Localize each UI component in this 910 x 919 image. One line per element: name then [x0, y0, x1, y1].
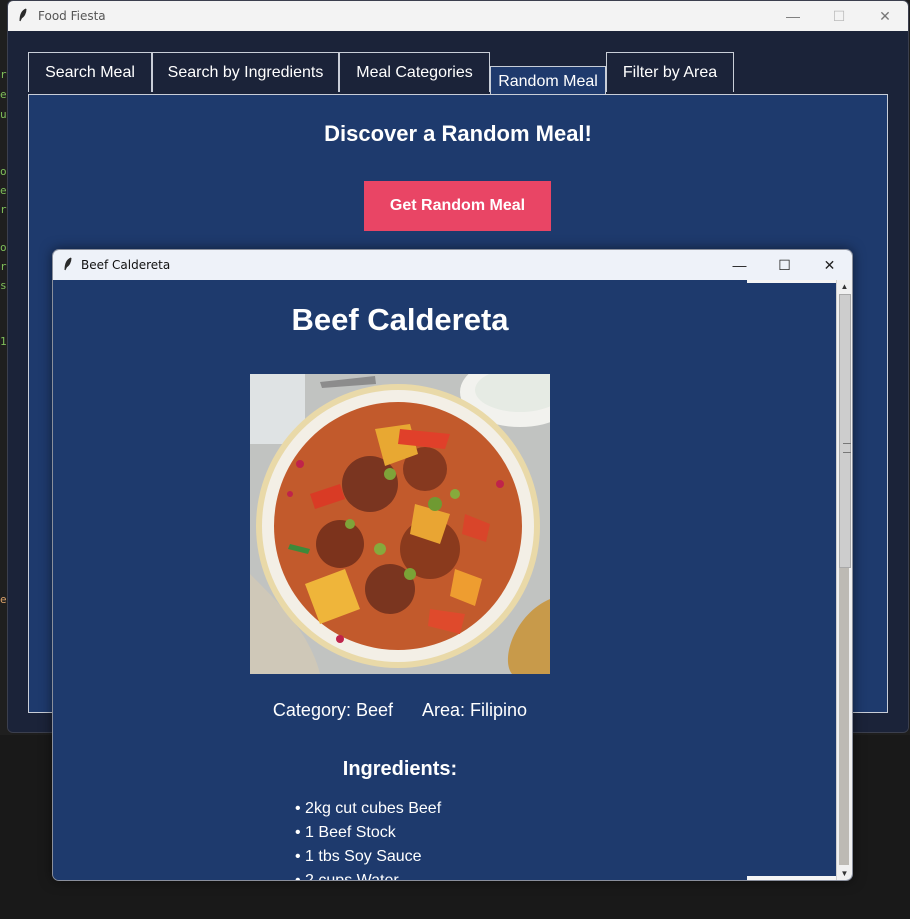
category-label: Category: Beef [272, 700, 393, 720]
meal-detail-window: Beef Caldereta — ☐ ✕ Beef Caldereta Cate… [52, 249, 853, 881]
minimize-button[interactable]: — [717, 250, 762, 280]
maximize-button[interactable]: ☐ [816, 1, 862, 31]
editor-text: e [0, 184, 7, 197]
tab-filter-by-area[interactable]: Filter by Area [606, 52, 734, 92]
editor-text: r [0, 260, 7, 273]
tab-random-meal[interactable]: Random Meal [490, 66, 606, 96]
canvas-edge [747, 280, 837, 283]
canvas-edge [747, 876, 837, 880]
close-button[interactable]: ✕ [862, 1, 908, 31]
popup-title: Beef Caldereta [81, 258, 171, 272]
tab-search-by-ingredients[interactable]: Search by Ingredients [152, 52, 339, 92]
scroll-down-arrow-icon[interactable]: ▼ [837, 867, 852, 880]
editor-text: s [0, 279, 7, 292]
get-random-meal-button[interactable]: Get Random Meal [364, 181, 551, 231]
ingredients-heading: Ingredients: [342, 758, 458, 780]
meal-detail-body: Beef Caldereta Category: Beef Area: Fili… [53, 280, 852, 880]
editor-text: r [0, 203, 7, 216]
feather-icon [18, 8, 28, 25]
vertical-scrollbar[interactable]: ▲ ▼ [836, 280, 852, 880]
scrollbar-thumb[interactable] [839, 294, 851, 568]
editor-text: 1 [0, 335, 7, 348]
grip-icon [843, 443, 851, 453]
panel-title: Discover a Random Meal! [324, 121, 592, 146]
list-item: 2 cups Water [295, 869, 441, 880]
editor-text: o [0, 241, 7, 254]
feather-icon [63, 257, 73, 274]
tab-search-meal[interactable]: Search Meal [28, 52, 152, 92]
meal-name: Beef Caldereta [291, 302, 509, 337]
window-title: Food Fiesta [38, 9, 106, 23]
scrollbar-track[interactable] [839, 568, 849, 865]
editor-text: o [0, 165, 7, 178]
meal-meta: Category: Beef Area: Filipino [53, 700, 747, 721]
popup-titlebar[interactable]: Beef Caldereta — ☐ ✕ [53, 250, 852, 280]
main-titlebar[interactable]: Food Fiesta — ☐ ✕ [8, 1, 908, 31]
tab-meal-categories[interactable]: Meal Categories [339, 52, 490, 92]
list-item: 1 tbs Soy Sauce [295, 845, 441, 869]
editor-text: r [0, 68, 7, 81]
scroll-up-arrow-icon[interactable]: ▲ [837, 280, 852, 293]
ingredients-list: 2kg cut cubes Beef 1 Beef Stock 1 tbs So… [295, 797, 441, 880]
editor-text: e [0, 593, 7, 606]
list-item: 1 Beef Stock [295, 821, 441, 845]
close-button[interactable]: ✕ [807, 250, 852, 280]
area-label: Area: Filipino [422, 700, 528, 720]
list-item: 2kg cut cubes Beef [295, 797, 441, 821]
editor-text: u [0, 108, 7, 121]
meal-image [250, 374, 550, 674]
maximize-button[interactable]: ☐ [762, 250, 807, 280]
minimize-button[interactable]: — [770, 1, 816, 31]
editor-text: e [0, 88, 7, 101]
